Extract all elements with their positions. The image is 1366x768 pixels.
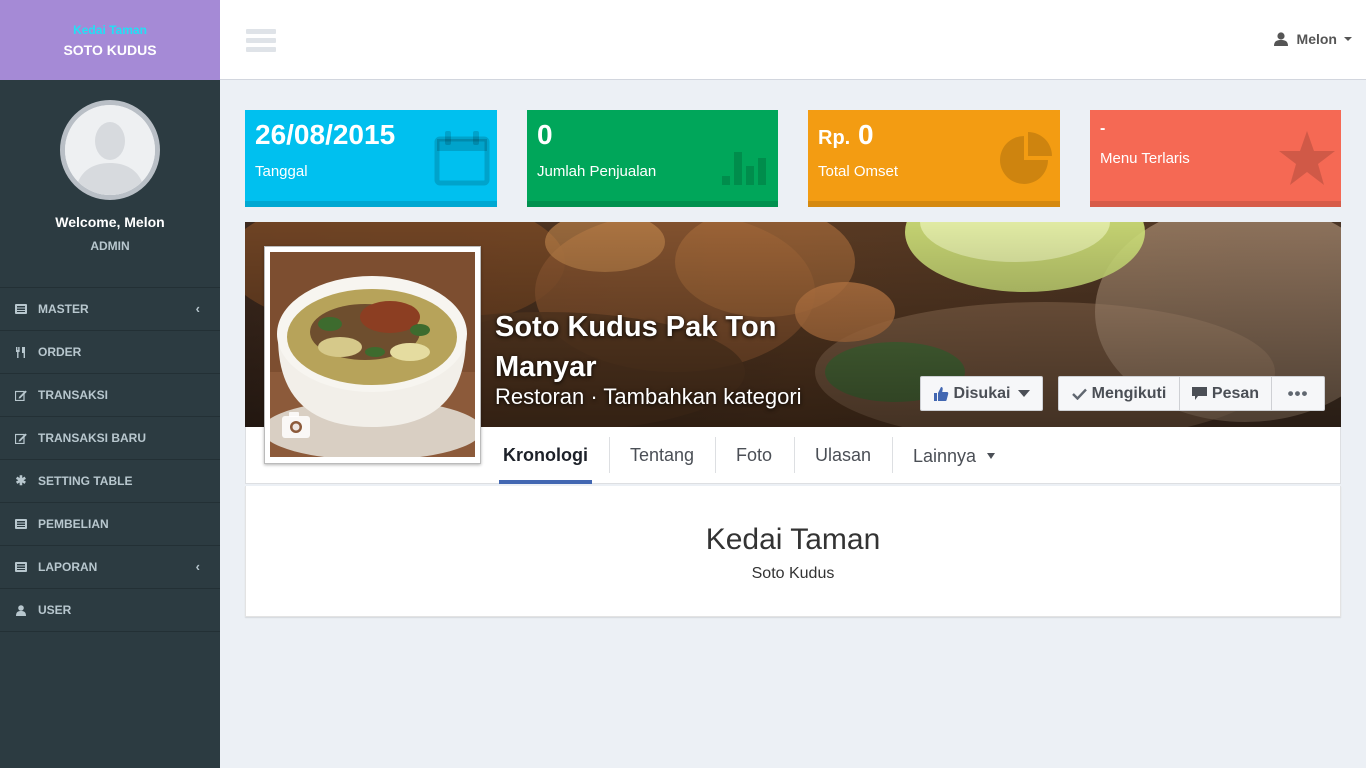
sidebar-item-label: SETTING TABLE bbox=[38, 474, 133, 488]
list-icon bbox=[15, 518, 27, 530]
info-box-footer bbox=[245, 201, 497, 207]
user-dropdown[interactable]: Melon bbox=[1273, 31, 1352, 47]
edit-icon bbox=[15, 389, 27, 401]
info-box-menu-terlaris: - Menu Terlaris bbox=[1090, 110, 1341, 207]
sidebar-item-laporan[interactable]: LAPORAN ‹ bbox=[0, 546, 220, 589]
info-box-jumlah-penjualan: 0 Jumlah Penjualan bbox=[527, 110, 778, 207]
info-label: Jumlah Penjualan bbox=[537, 163, 657, 180]
info-box-footer bbox=[808, 201, 1060, 207]
caret-down-icon bbox=[987, 453, 996, 459]
user-icon bbox=[1273, 32, 1288, 46]
avatar bbox=[60, 100, 160, 200]
tab-divider bbox=[609, 437, 610, 473]
tab-lainnya-label: Lainnya bbox=[913, 445, 977, 466]
message-icon bbox=[1191, 386, 1207, 400]
sidebar-item-setting-table[interactable]: ✱ SETTING TABLE bbox=[0, 460, 220, 503]
tab-ulasan[interactable]: Ulasan bbox=[815, 437, 871, 473]
content-card: Kedai Taman Soto Kudus bbox=[245, 486, 1341, 617]
currency-prefix: Rp. bbox=[818, 127, 851, 149]
message-button[interactable]: Pesan bbox=[1179, 376, 1272, 411]
list-icon bbox=[15, 303, 27, 315]
tab-lainnya[interactable]: Lainnya bbox=[913, 438, 996, 474]
asterisk-icon: ✱ bbox=[15, 473, 27, 488]
user-icon bbox=[15, 604, 27, 616]
sidebar-item-label: LAPORAN bbox=[38, 560, 98, 574]
sidebar-item-label: PEMBELIAN bbox=[38, 517, 109, 531]
tab-tentang[interactable]: Tentang bbox=[630, 437, 694, 473]
soto-bowl-image bbox=[262, 252, 482, 460]
page-title: Soto Kudus Pak Ton Manyar bbox=[495, 311, 777, 383]
sidebar-toggle-button[interactable] bbox=[246, 29, 276, 53]
like-button[interactable]: Disukai bbox=[920, 376, 1043, 411]
user-name: Melon bbox=[1296, 31, 1337, 47]
hamburger-line bbox=[246, 38, 276, 43]
info-box-footer bbox=[1090, 201, 1341, 207]
edit-icon bbox=[15, 432, 27, 444]
follow-button[interactable]: Mengikuti bbox=[1058, 376, 1180, 411]
tab-foto[interactable]: Foto bbox=[736, 437, 772, 473]
hamburger-line bbox=[246, 29, 276, 34]
info-label: Tanggal bbox=[255, 163, 308, 180]
more-options-button[interactable]: ••• bbox=[1271, 376, 1325, 411]
active-tab-indicator bbox=[499, 480, 592, 484]
info-label: Menu Terlaris bbox=[1100, 150, 1190, 167]
top-navbar: Melon bbox=[220, 0, 1366, 80]
tab-divider bbox=[794, 437, 795, 473]
info-value: 26/08/2015 bbox=[255, 119, 396, 150]
welcome-text: Welcome, Melon bbox=[55, 214, 165, 230]
sidebar-item-label: ORDER bbox=[38, 345, 82, 359]
profile-picture[interactable] bbox=[262, 246, 482, 464]
info-value: - bbox=[1100, 120, 1106, 137]
check-icon bbox=[1071, 388, 1087, 400]
sidebar-item-transaksi[interactable]: TRANSAKSI bbox=[0, 374, 220, 417]
brand-title: SOTO KUDUS bbox=[63, 42, 157, 58]
info-value: Rp. 0 bbox=[818, 119, 874, 151]
sidebar: Kedai Taman SOTO KUDUS Welcome, Melon AD… bbox=[0, 0, 220, 768]
page-category: Restoran · Tambahkan kategori bbox=[495, 384, 802, 409]
caret-down-icon bbox=[1344, 37, 1352, 41]
user-panel: Welcome, Melon ADMIN bbox=[0, 100, 220, 288]
info-value: 0 bbox=[537, 119, 553, 150]
list-icon bbox=[15, 561, 27, 573]
sidebar-item-master[interactable]: MASTER ‹ bbox=[0, 288, 220, 331]
sidebar-item-label: TRANSAKSI bbox=[38, 388, 109, 402]
chevron-left-icon: ‹ bbox=[195, 559, 200, 574]
star-icon bbox=[1279, 131, 1335, 185]
info-box-footer bbox=[527, 201, 778, 207]
pie-chart-icon bbox=[1000, 132, 1052, 184]
tab-divider bbox=[892, 437, 893, 473]
sidebar-item-user[interactable]: USER bbox=[0, 589, 220, 632]
user-silhouette-icon bbox=[65, 105, 155, 195]
ellipsis-icon: ••• bbox=[1287, 383, 1309, 403]
sidebar-item-label: MASTER bbox=[38, 302, 89, 316]
cutlery-icon bbox=[15, 346, 27, 358]
caret-down-icon bbox=[1018, 390, 1031, 397]
message-label: Pesan bbox=[1211, 384, 1260, 402]
info-box-total-omset: Rp. 0 Total Omset bbox=[808, 110, 1060, 207]
content-subtitle: Soto Kudus bbox=[751, 565, 835, 582]
chevron-left-icon: ‹ bbox=[195, 301, 200, 316]
tab-divider bbox=[715, 437, 716, 473]
tab-kronologi[interactable]: Kronologi bbox=[503, 437, 588, 473]
sidebar-menu: MASTER ‹ ORDER TRANSAKSI TRANSAKSI BARU … bbox=[0, 288, 220, 632]
like-label: Disukai bbox=[953, 384, 1011, 402]
user-role: ADMIN bbox=[90, 239, 130, 253]
content-title: Kedai Taman bbox=[705, 523, 881, 556]
follow-label: Mengikuti bbox=[1091, 384, 1167, 402]
thumbs-up-icon bbox=[933, 386, 948, 401]
sidebar-item-label: TRANSAKSI BARU bbox=[38, 431, 146, 445]
bar-chart-icon bbox=[722, 152, 766, 185]
sidebar-item-label: USER bbox=[38, 603, 72, 617]
brand-logo[interactable]: Kedai Taman SOTO KUDUS bbox=[0, 0, 220, 80]
sidebar-item-pembelian[interactable]: PEMBELIAN bbox=[0, 503, 220, 546]
sidebar-item-transaksi-baru[interactable]: TRANSAKSI BARU bbox=[0, 417, 220, 460]
info-box-tanggal: 26/08/2015 Tanggal bbox=[245, 110, 497, 207]
omset-value: 0 bbox=[858, 119, 874, 150]
info-label: Total Omset bbox=[818, 163, 899, 180]
calendar-icon bbox=[434, 131, 490, 186]
hamburger-line bbox=[246, 47, 276, 52]
sidebar-item-order[interactable]: ORDER bbox=[0, 331, 220, 374]
brand-subtitle: Kedai Taman bbox=[73, 23, 147, 37]
